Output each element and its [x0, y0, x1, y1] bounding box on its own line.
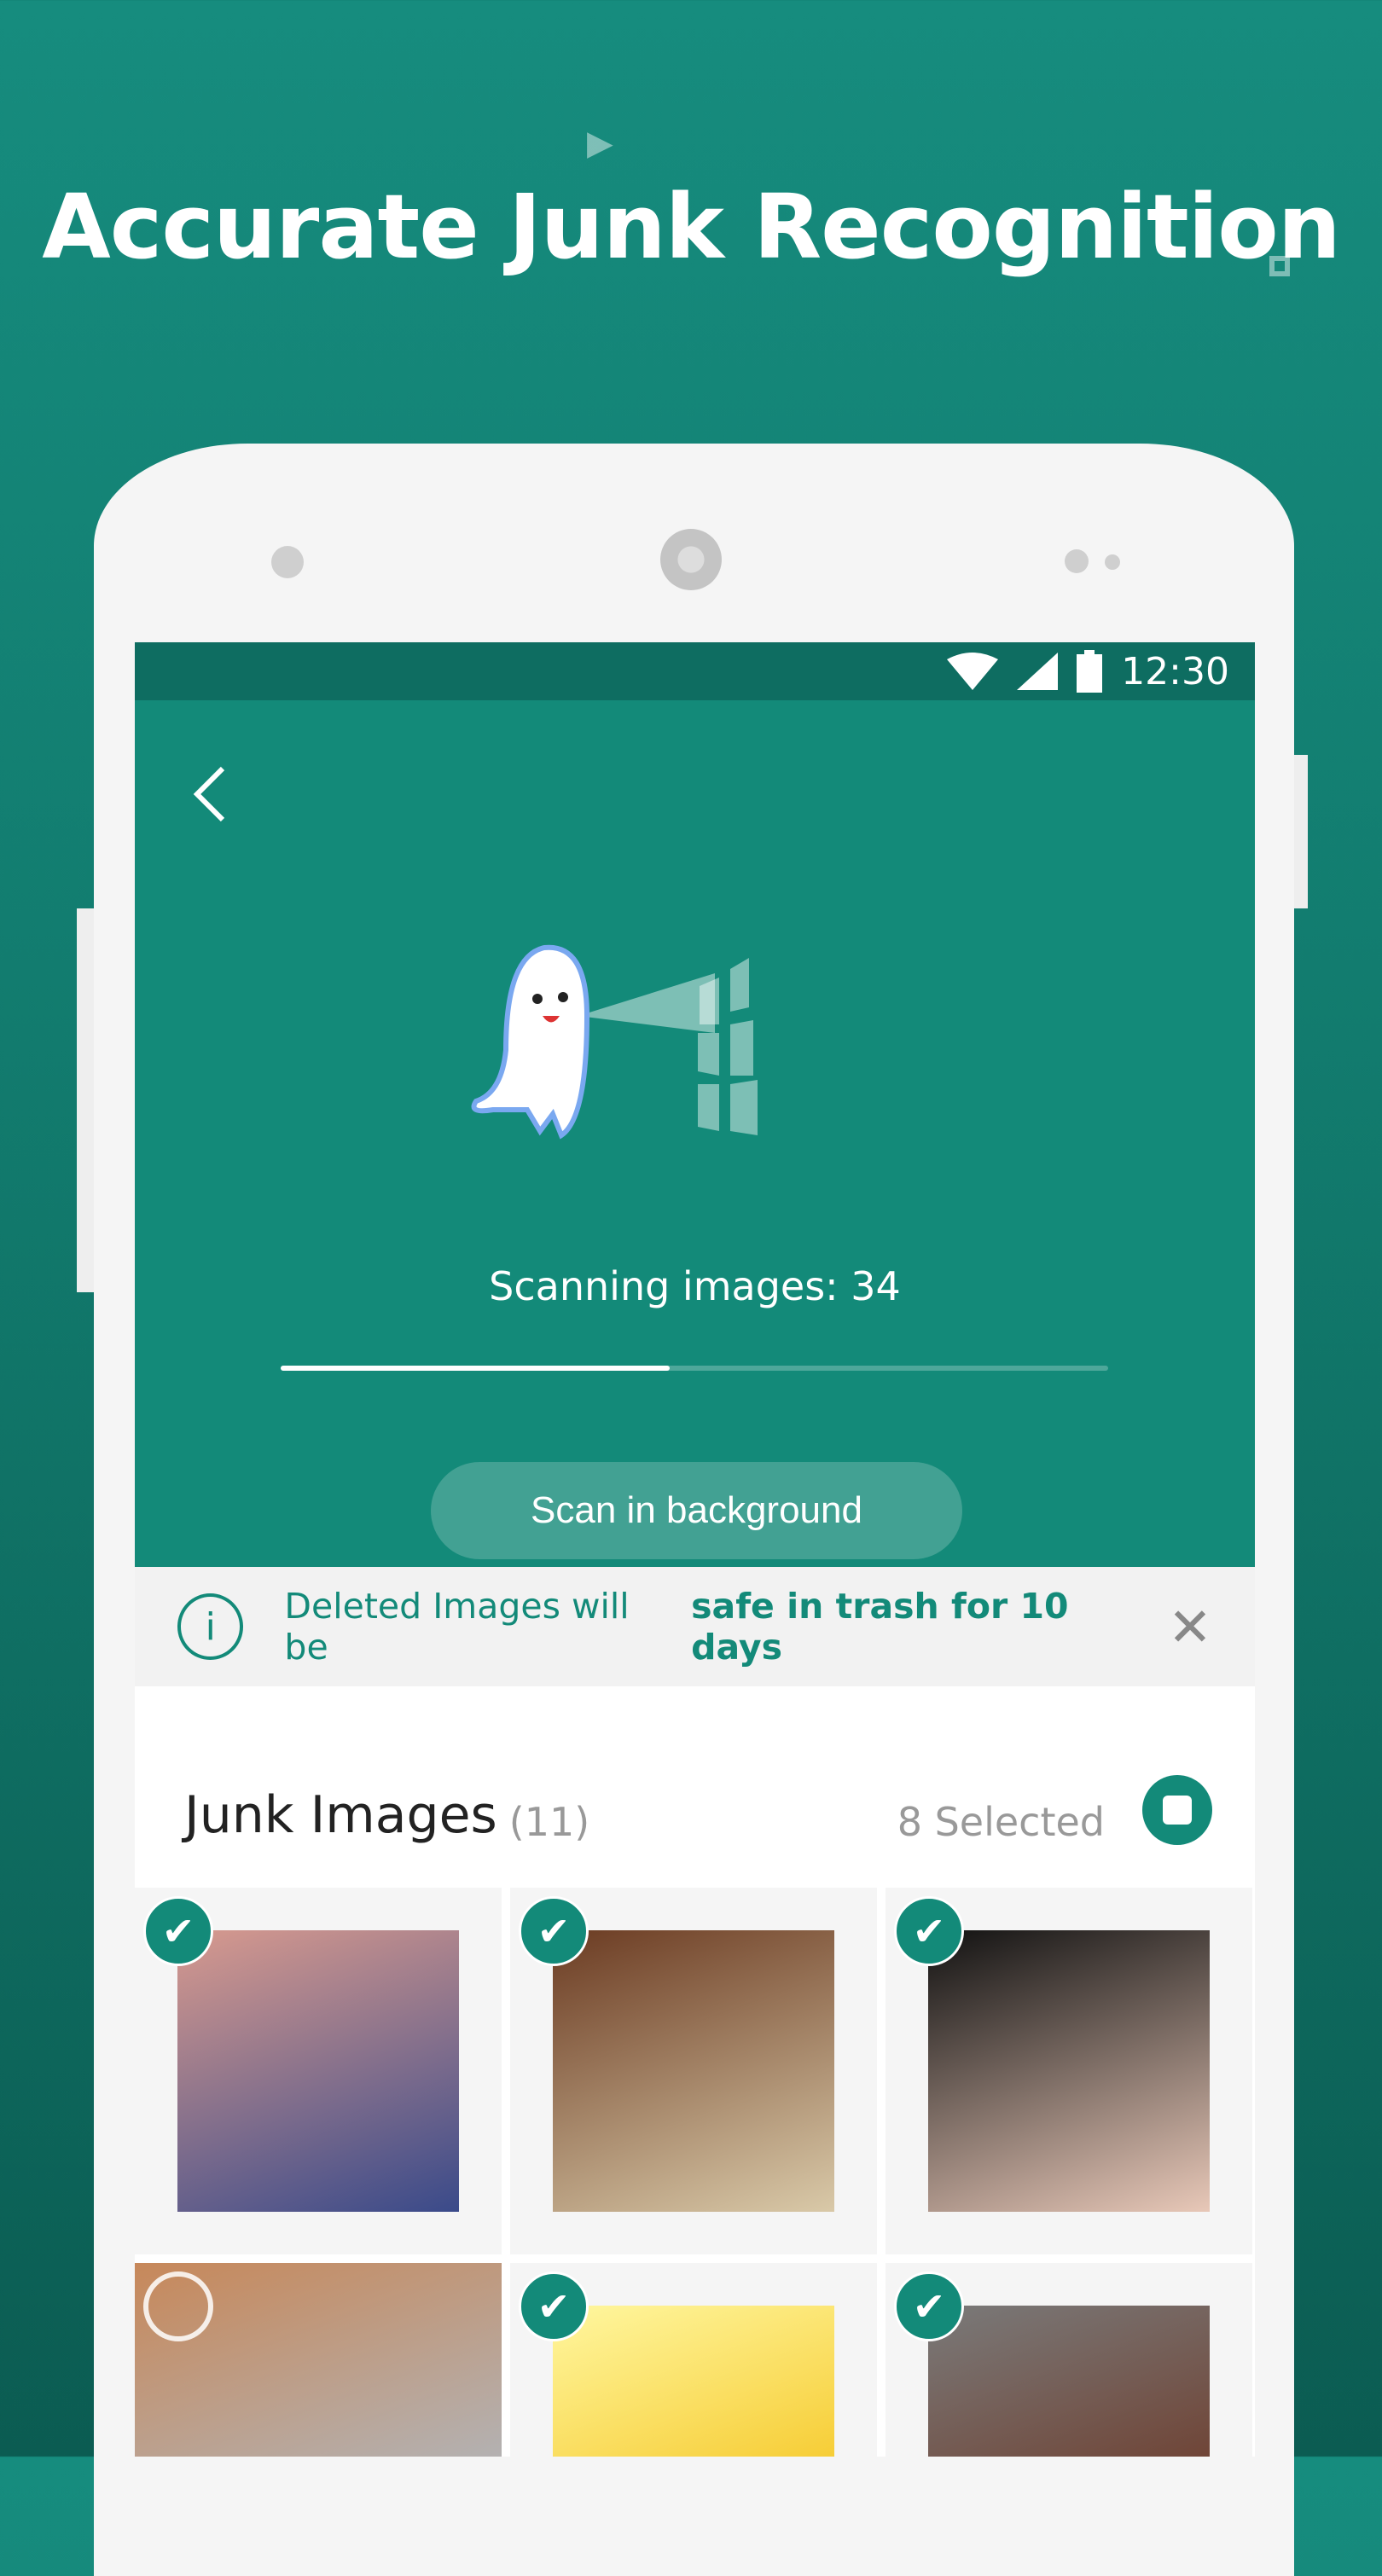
image-tile[interactable]: ✔: [886, 1888, 1252, 2254]
battery-icon: [1077, 650, 1103, 693]
scan-progress-bar: [281, 1366, 1108, 1371]
wifi-icon: [947, 653, 999, 690]
checked-icon[interactable]: ✔: [519, 1896, 589, 1966]
sensor-icon: [1065, 549, 1089, 573]
image-tile[interactable]: ✔: [135, 1888, 502, 2254]
scan-progress-fill: [281, 1366, 670, 1371]
banner-text: Deleted Images will be: [284, 1586, 630, 1668]
headline: Accurate Junk Recognition: [42, 175, 1341, 279]
speaker-grille-icon: [660, 529, 722, 590]
sensor-icon: [1105, 554, 1120, 570]
close-icon[interactable]: ✕: [1168, 1596, 1212, 1658]
app-screen: 12:30 Scanning images: 34 Scan in backgr…: [135, 642, 1255, 2457]
thumbnail-villa-seaside: [177, 1930, 459, 2212]
checked-icon[interactable]: ✔: [519, 2271, 589, 2341]
image-tile[interactable]: ✔: [510, 1888, 877, 2254]
junk-images-header: Junk Images (11) 8 Selected: [135, 1686, 1255, 1888]
unchecked-icon[interactable]: ✔: [143, 2271, 213, 2341]
image-tile[interactable]: ✔: [510, 2263, 877, 2457]
ghost-scanner-illustration: [471, 944, 758, 1140]
checked-icon[interactable]: ✔: [143, 1896, 213, 1966]
volume-button: [77, 908, 94, 1292]
selected-count: 8 Selected: [897, 1799, 1105, 1845]
checked-icon[interactable]: ✔: [894, 1896, 964, 1966]
thumbnail-birds-sunrise: [553, 2306, 834, 2457]
clock: 12:30: [1121, 649, 1229, 693]
scan-status: Scanning images: 34: [489, 1263, 901, 1309]
power-button: [1294, 755, 1308, 908]
image-tile[interactable]: ✔: [886, 2263, 1252, 2457]
square-decoration-icon: [1269, 256, 1290, 276]
section-title: Junk Images: [184, 1785, 497, 1845]
select-all-toggle[interactable]: [1142, 1775, 1212, 1845]
trash-info-banner: i Deleted Images will be safe in trash f…: [135, 1567, 1255, 1686]
info-icon: i: [177, 1593, 244, 1660]
scan-header: Scanning images: 34 Scan in background: [135, 700, 1255, 1567]
camera-icon: [271, 546, 304, 578]
triangle-decoration-icon: ▶: [587, 124, 613, 163]
status-bar: 12:30: [135, 642, 1255, 700]
checked-icon[interactable]: ✔: [894, 2271, 964, 2341]
image-tile[interactable]: ✔: [135, 2263, 502, 2457]
thumbnail-food-sculpture: [928, 2306, 1210, 2457]
scan-in-background-button[interactable]: Scan in background: [431, 1462, 962, 1559]
thumbnail-sleeping-baby: [928, 1930, 1210, 2212]
thumbnail-good-morning-heart: [553, 1930, 834, 2212]
back-arrow-icon[interactable]: [184, 760, 235, 828]
banner-bold-text: safe in trash for 10 days: [691, 1586, 1069, 1668]
image-count: (11): [508, 1799, 590, 1845]
signal-icon: [1017, 653, 1059, 690]
image-grid: ✔ ✔ ✔ ✔ ✔ ✔: [135, 1888, 1255, 2457]
